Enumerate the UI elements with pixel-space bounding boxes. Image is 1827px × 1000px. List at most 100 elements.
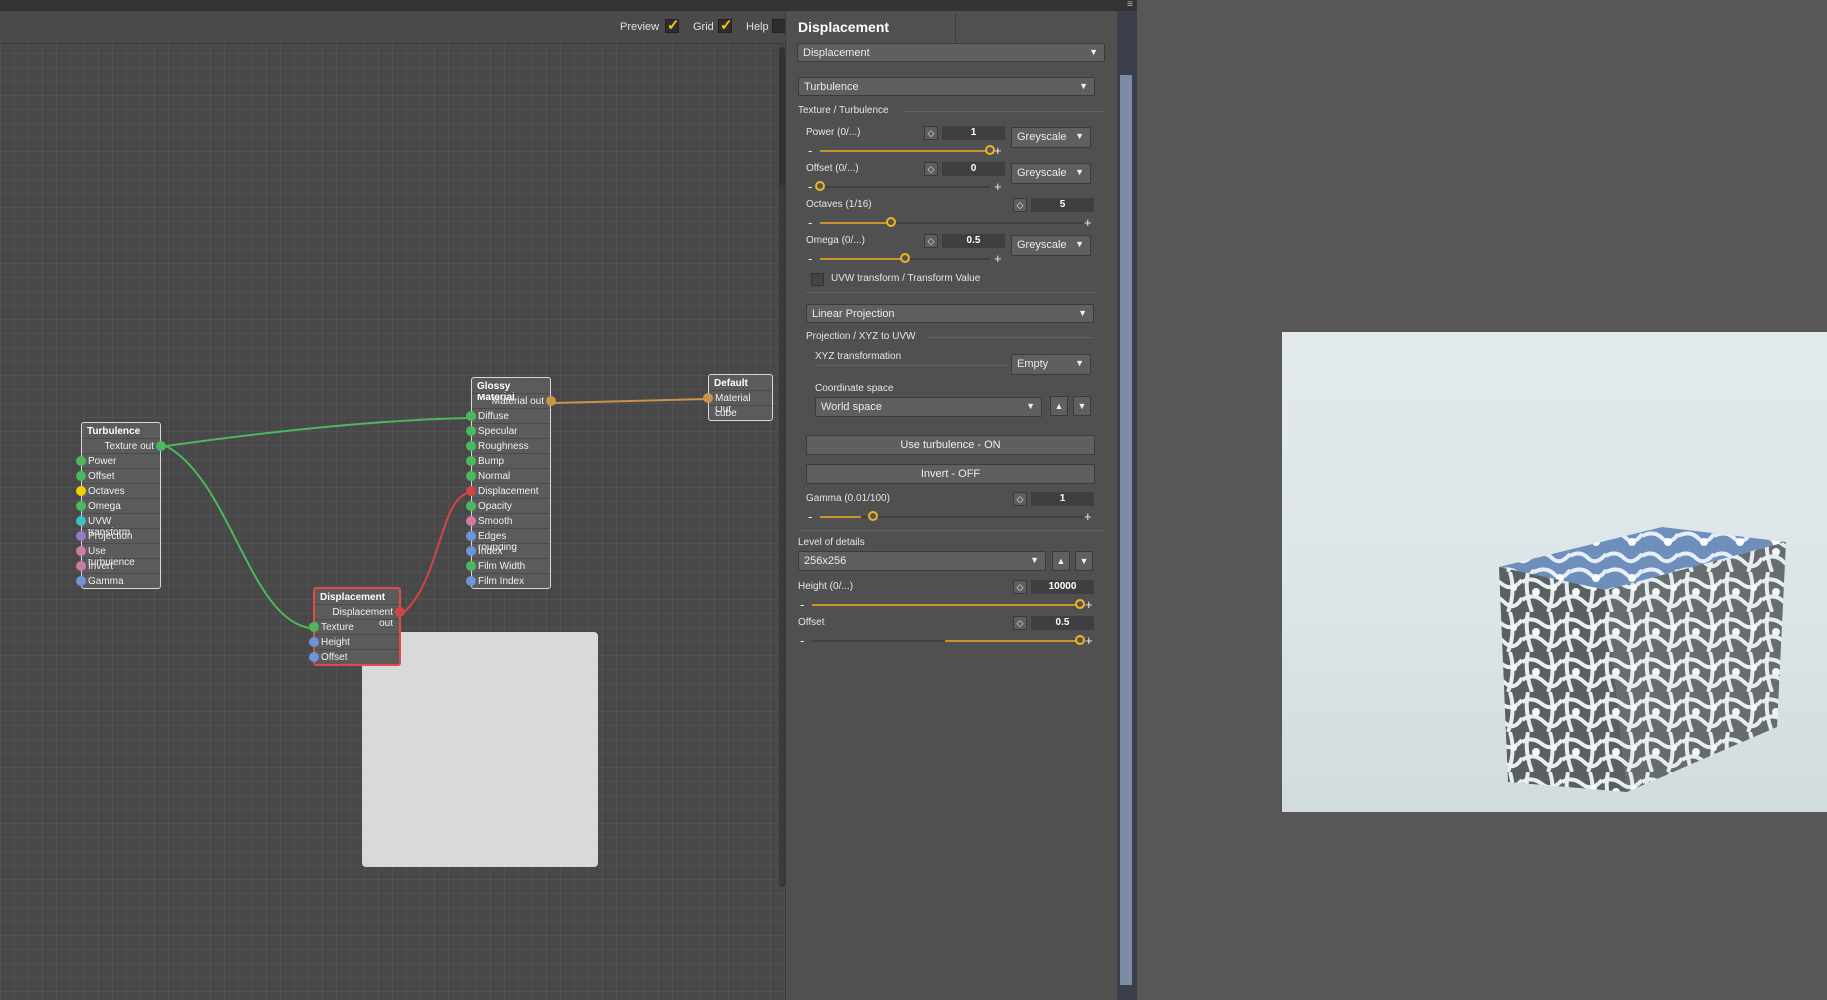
coordinate-space-dropdown[interactable]: World space ▼ <box>815 397 1042 417</box>
height-slider-handle[interactable] <box>1075 599 1085 609</box>
decrement-icon[interactable]: - <box>808 180 812 193</box>
offset-mode-dropdown[interactable]: Greyscale ▼ <box>1011 163 1091 184</box>
offset-value[interactable]: 0 <box>942 162 1005 176</box>
input-port[interactable] <box>309 622 319 632</box>
input-port[interactable] <box>76 546 86 556</box>
node-input-row[interactable]: Film Width <box>466 558 550 573</box>
node-input-row[interactable]: Power <box>76 453 160 468</box>
height-value[interactable]: 10000 <box>1031 580 1094 594</box>
increment-icon[interactable]: + <box>994 144 1002 157</box>
node-output-row[interactable]: Texture out <box>82 438 166 453</box>
input-port[interactable] <box>466 531 476 541</box>
omega-slider-handle[interactable] <box>900 253 910 263</box>
preview-checkbox[interactable]: ✓ <box>665 17 680 34</box>
node-output-row[interactable]: Displacement out <box>315 604 405 629</box>
turbulence-node[interactable]: Turbulence Texture out Power Offset Octa… <box>76 422 166 589</box>
gamma-slider-handle[interactable] <box>867 511 878 521</box>
input-port[interactable] <box>466 561 476 571</box>
node-input-row[interactable]: UVW transform <box>76 513 160 538</box>
power-mode-dropdown[interactable]: Greyscale ▼ <box>1011 127 1091 148</box>
input-port[interactable] <box>309 652 319 662</box>
input-port[interactable] <box>466 456 476 466</box>
node-input-row[interactable]: Specular <box>466 423 550 438</box>
input-port[interactable] <box>76 456 86 466</box>
output-port[interactable] <box>395 607 405 617</box>
node-input-row[interactable]: Edges rounding <box>466 528 550 553</box>
input-port[interactable] <box>76 486 86 496</box>
render-viewport[interactable] <box>1282 332 1827 812</box>
decrement-icon[interactable]: - <box>808 144 812 157</box>
move-up-button[interactable]: ▲ <box>1050 396 1068 416</box>
node-input-row[interactable]: Index <box>466 543 550 558</box>
displacement-node[interactable]: Displacement Displacement out Texture He… <box>309 587 405 666</box>
node-input-row[interactable]: Bump <box>466 453 550 468</box>
invert-button[interactable]: Invert - OFF <box>806 464 1095 484</box>
node-input-row[interactable]: Normal <box>466 468 550 483</box>
level-of-details-dropdown[interactable]: 256x256 ▼ <box>798 551 1046 571</box>
decrement-icon[interactable]: - <box>808 510 812 523</box>
increment-icon[interactable]: + <box>1085 598 1093 611</box>
input-port[interactable] <box>466 501 476 511</box>
power-value[interactable]: 1 <box>942 126 1005 140</box>
input-port[interactable] <box>76 471 86 481</box>
uvw-transform-checkbox[interactable] <box>811 273 824 286</box>
omega-value[interactable]: 0.5 <box>942 234 1005 248</box>
node-input-row[interactable]: Gamma <box>76 573 160 588</box>
node-input-row[interactable]: Diffuse <box>466 408 550 423</box>
panel-scrollbar[interactable] <box>1120 75 1132 985</box>
node-output-row[interactable]: Material out <box>472 393 556 408</box>
decrement-icon[interactable]: - <box>800 598 804 611</box>
input-port[interactable] <box>76 501 86 511</box>
node-input-row[interactable]: Octaves <box>76 483 160 498</box>
increment-icon[interactable]: + <box>994 180 1002 193</box>
xyz-transformation-dropdown[interactable]: Empty ▼ <box>1011 354 1091 375</box>
keyframe-icon[interactable]: ◇ <box>1013 580 1027 594</box>
gamma-value[interactable]: 1 <box>1031 492 1094 506</box>
node-input-row[interactable]: Offset <box>76 468 160 483</box>
node-input-row[interactable]: Displacement <box>466 483 550 498</box>
input-port[interactable] <box>703 393 713 403</box>
keyframe-icon[interactable]: ◇ <box>924 126 938 140</box>
displacement-offset-value[interactable]: 0.5 <box>1031 616 1094 630</box>
node-input-row[interactable]: Invert <box>76 558 160 573</box>
move-down-button[interactable]: ▼ <box>1073 396 1091 416</box>
input-port[interactable] <box>466 546 476 556</box>
node-input-row[interactable]: Offset <box>309 649 399 664</box>
keyframe-icon[interactable]: ◇ <box>1013 616 1027 630</box>
use-turbulence-button[interactable]: Use turbulence - ON <box>806 435 1095 455</box>
offset-slider-handle[interactable] <box>815 181 825 191</box>
node-input-row[interactable]: Projection <box>76 528 160 543</box>
octaves-value[interactable]: 5 <box>1031 198 1094 212</box>
texture-type-dropdown[interactable]: Turbulence ▼ <box>798 77 1095 96</box>
input-port[interactable] <box>76 516 86 526</box>
input-port[interactable] <box>466 516 476 526</box>
menu-icon[interactable]: ≡ <box>1127 0 1133 10</box>
increment-icon[interactable]: + <box>1085 634 1093 647</box>
decrement-icon[interactable]: - <box>808 216 812 229</box>
lod-up-button[interactable]: ▲ <box>1052 551 1070 571</box>
node-input-row[interactable]: Use turbulence <box>76 543 160 568</box>
input-port[interactable] <box>76 561 86 571</box>
projection-dropdown[interactable]: Linear Projection ▼ <box>806 304 1094 323</box>
displacement-offset-slider-handle[interactable] <box>1075 635 1085 645</box>
help-checkbox[interactable] <box>772 19 786 33</box>
node-input-row[interactable]: Omega <box>76 498 160 513</box>
increment-icon[interactable]: + <box>994 252 1002 265</box>
input-port[interactable] <box>466 426 476 436</box>
decrement-icon[interactable]: - <box>808 252 812 265</box>
decrement-icon[interactable]: - <box>800 634 804 647</box>
keyframe-icon[interactable]: ◇ <box>924 162 938 176</box>
material-type-dropdown[interactable]: Displacement ▼ <box>797 43 1105 62</box>
input-port[interactable] <box>466 471 476 481</box>
input-port[interactable] <box>466 576 476 586</box>
input-port[interactable] <box>76 531 86 541</box>
node-input-row[interactable]: Roughness <box>466 438 550 453</box>
input-port[interactable] <box>466 441 476 451</box>
omega-mode-dropdown[interactable]: Greyscale ▼ <box>1011 235 1091 256</box>
lod-down-button[interactable]: ▼ <box>1075 551 1093 571</box>
keyframe-icon[interactable]: ◇ <box>1013 198 1027 212</box>
input-port[interactable] <box>309 637 319 647</box>
output-port[interactable] <box>156 441 166 451</box>
offset-slider-track[interactable] <box>820 186 990 188</box>
grid-checkbox[interactable]: ✓ <box>718 17 733 34</box>
